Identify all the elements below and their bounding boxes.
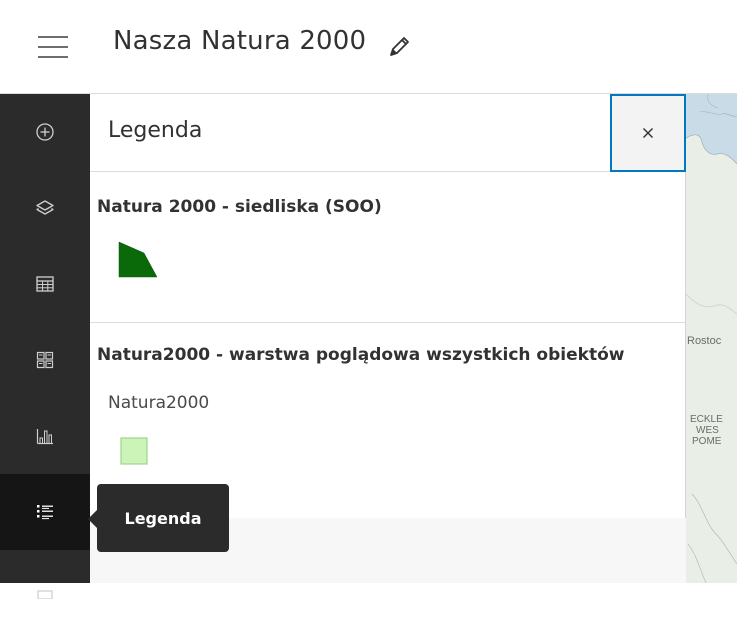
map-view[interactable]: Rostoc ECKLE WES POME bbox=[686, 94, 737, 583]
close-icon bbox=[643, 128, 653, 138]
action-legend[interactable] bbox=[0, 474, 90, 550]
partial-icon bbox=[37, 590, 53, 599]
layers-icon bbox=[36, 200, 54, 215]
tooltip-arrow bbox=[88, 510, 97, 528]
action-table[interactable] bbox=[0, 246, 90, 322]
map-label: POME bbox=[692, 436, 722, 447]
layer-title: Natura2000 - warstwa poglądowa wszystkic… bbox=[97, 345, 625, 365]
action-bar bbox=[0, 94, 90, 599]
hamburger-menu-icon[interactable] bbox=[38, 32, 70, 62]
square-symbol bbox=[120, 437, 148, 465]
map-label: WES bbox=[696, 425, 719, 436]
legend-tooltip: Legenda bbox=[97, 484, 229, 552]
basemap-grid-icon bbox=[36, 351, 54, 369]
app-title: Nasza Natura 2000 bbox=[113, 26, 367, 56]
polygon-symbol bbox=[118, 241, 158, 278]
pencil-icon[interactable] bbox=[386, 34, 412, 60]
action-layers[interactable] bbox=[0, 170, 90, 246]
layer-sublabel: Natura2000 bbox=[108, 393, 210, 413]
legend-layer-siedliska: Natura 2000 - siedliska (SOO) bbox=[90, 172, 686, 322]
legend-panel-header: Legenda bbox=[90, 94, 686, 172]
legend-list-icon bbox=[37, 505, 53, 520]
action-more[interactable] bbox=[0, 550, 90, 626]
bar-chart-icon bbox=[36, 429, 53, 445]
table-icon bbox=[36, 276, 54, 292]
action-chart[interactable] bbox=[0, 398, 90, 474]
layer-title: Natura 2000 - siedliska (SOO) bbox=[97, 197, 382, 217]
add-circle-icon bbox=[36, 123, 54, 141]
panel-title: Legenda bbox=[108, 118, 203, 143]
action-basemap[interactable] bbox=[0, 322, 90, 398]
map-label: ECKLE bbox=[690, 414, 723, 425]
map-label: Rostoc bbox=[687, 335, 722, 347]
action-add[interactable] bbox=[0, 94, 90, 170]
close-button[interactable] bbox=[610, 94, 686, 172]
app-header: Nasza Natura 2000 bbox=[0, 0, 737, 94]
